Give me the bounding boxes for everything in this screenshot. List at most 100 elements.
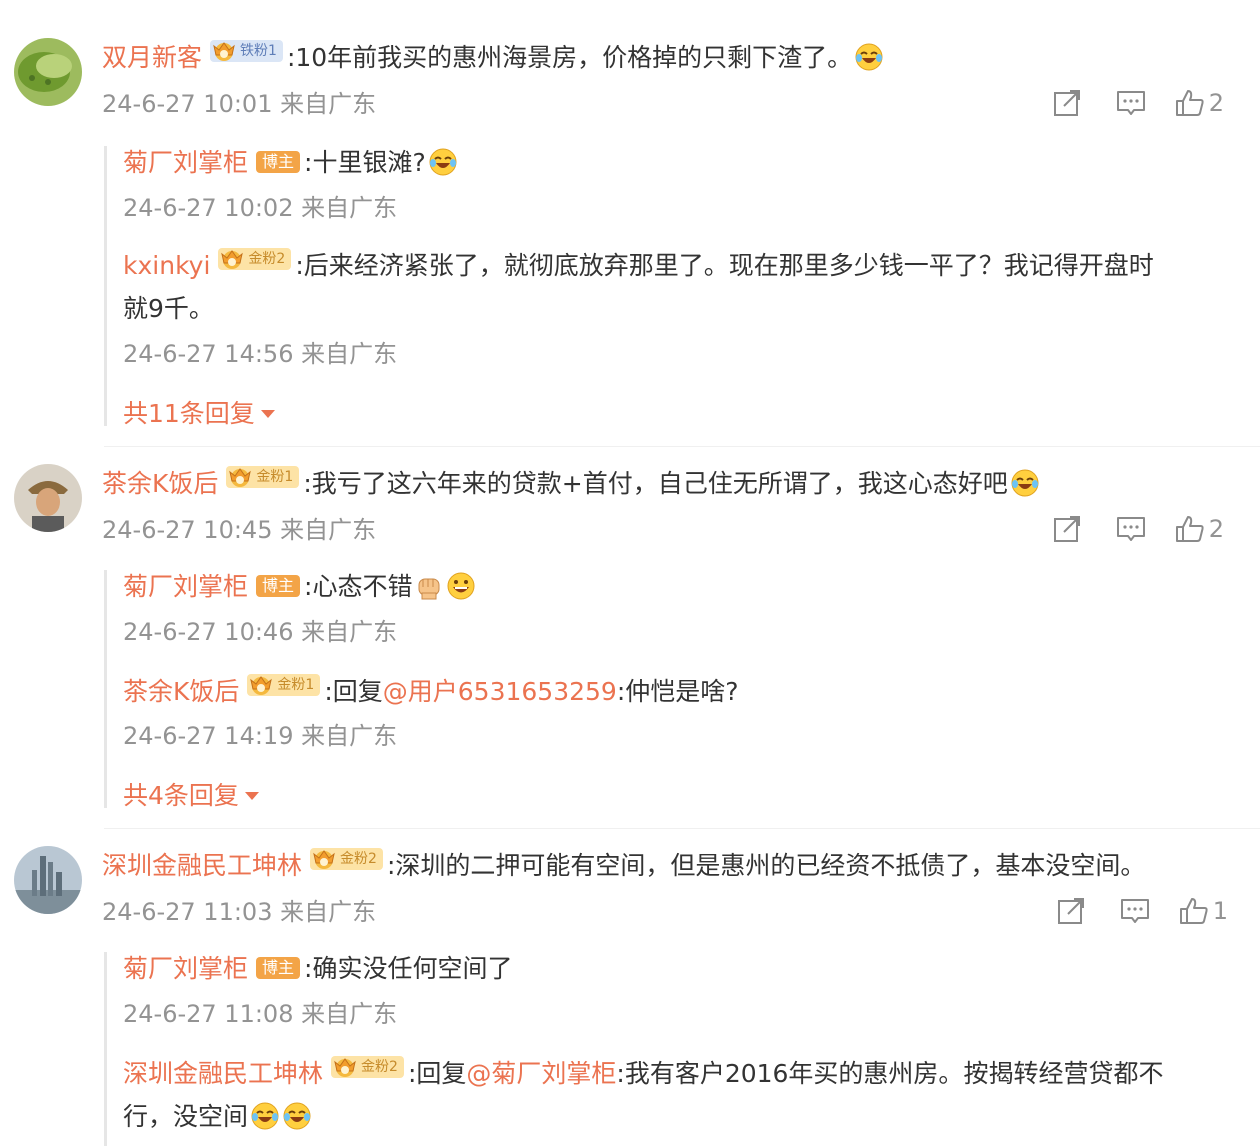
- comment-actions: 1: [1027, 894, 1228, 928]
- reply-text-continued: 就9千。: [123, 292, 214, 326]
- thumbs-up-icon: [1179, 896, 1209, 926]
- crown-icon: [310, 848, 338, 870]
- like-button[interactable]: 2: [1175, 512, 1224, 546]
- caret-down-icon: [260, 410, 275, 418]
- comment-actions: 2: [1023, 512, 1224, 546]
- username[interactable]: 深圳金融民工坤林: [102, 851, 302, 880]
- grin-emoji-icon: [446, 571, 476, 601]
- reply-time: 24-6-27 14:56 来自广东: [123, 340, 398, 368]
- comment-icon: [1116, 514, 1146, 544]
- reply-body: 菊厂刘掌柜 博主:确实没任何空间了: [123, 952, 512, 986]
- comment-time: 24-6-27 10:01 来自广东: [102, 90, 377, 118]
- divider: [104, 828, 1260, 829]
- mention-link[interactable]: @用户6531653259: [383, 677, 617, 706]
- fan-badge-label: 金粉1: [256, 469, 294, 485]
- reply-thread: 菊厂刘掌柜 博主:确实没任何空间了 24-6-27 11:08 来自广东 深圳金融…: [104, 952, 1163, 1146]
- reply-body: 菊厂刘掌柜 博主:心态不错: [123, 570, 476, 604]
- fan-badge: 金粉2: [218, 248, 292, 270]
- reply-text: :后来经济紧张了，就彻底放弃那里了。现在那里多少钱一平了？我记得开盘时: [295, 251, 1154, 280]
- divider: [104, 446, 1260, 447]
- username[interactable]: 双月新客: [102, 43, 202, 72]
- comment-icon: [1120, 896, 1150, 926]
- username[interactable]: 深圳金融民工坤林: [123, 1059, 323, 1088]
- username[interactable]: 茶余K饭后: [123, 677, 239, 706]
- share-button[interactable]: [1047, 512, 1087, 546]
- reply-text: 就9千。: [123, 294, 214, 323]
- avatar[interactable]: [14, 38, 82, 106]
- reply-body: 深圳金融民工坤林 金粉2 :回复@菊厂刘掌柜:我有客户2016年买的惠州房。按揭转经…: [123, 1056, 1163, 1091]
- reply-text: :确实没任何空间了: [304, 954, 513, 983]
- expand-replies-label: 共11条回复: [123, 399, 255, 428]
- reply-thread: 菊厂刘掌柜 博主:十里银滩? 24-6-27 10:02 来自广东 kxinkyi…: [104, 146, 1154, 428]
- like-button[interactable]: 2: [1175, 86, 1224, 120]
- crown-icon: [247, 674, 275, 696]
- avatar[interactable]: [14, 464, 82, 532]
- reply-text: :十里银滩?: [304, 148, 426, 177]
- reply-button[interactable]: [1115, 894, 1155, 928]
- username[interactable]: 茶余K饭后: [102, 469, 218, 498]
- comment-body: 双月新客 铁粉1 :10年前我买的惠州海景房，价格掉的只剩下渣了。: [102, 40, 884, 75]
- crown-icon: [210, 40, 238, 62]
- comment-text: :深圳的二押可能有空间，但是惠州的已经资不抵债了，基本没空间。: [386, 851, 1146, 880]
- crown-icon: [331, 1056, 359, 1078]
- reply-time: 24-6-27 11:08 来自广东: [123, 1000, 398, 1028]
- expand-replies-link[interactable]: 共4条回复: [123, 776, 259, 812]
- laugh-cry-emoji-icon: [428, 147, 458, 177]
- mention-link[interactable]: @菊厂刘掌柜: [466, 1059, 616, 1088]
- like-count: 2: [1208, 89, 1224, 117]
- username[interactable]: kxinkyi: [123, 251, 210, 280]
- share-button[interactable]: [1051, 894, 1091, 928]
- comment-body: 深圳金融民工坤林 金粉2 :深圳的二押可能有空间，但是惠州的已经资不抵债了，基本没空…: [102, 848, 1145, 883]
- like-button[interactable]: 1: [1179, 894, 1228, 928]
- thumbs-up-icon: [1175, 514, 1205, 544]
- like-count: 1: [1212, 897, 1228, 925]
- fan-badge-label: 金粉1: [277, 677, 315, 693]
- fan-badge-label: 金粉2: [361, 1059, 398, 1075]
- fan-badge-label: 金粉2: [340, 851, 377, 867]
- reply-body: 茶余K饭后 金粉1:回复@用户6531653259:仲恺是啥?: [123, 674, 739, 709]
- caret-down-icon: [244, 792, 259, 800]
- comment-feed: 双月新客 铁粉1 :10年前我买的惠州海景房，价格掉的只剩下渣了。 24-6-27 …: [0, 0, 1260, 1146]
- expand-replies-label: 共4条回复: [123, 781, 239, 810]
- reply-time: 24-6-27 10:46 来自广东: [123, 618, 398, 646]
- fan-badge-label: 铁粉1: [240, 43, 277, 59]
- reply-thread: 菊厂刘掌柜 博主:心态不错 24-6-27 10:46 来自广东 茶余K饭后 金粉1…: [104, 570, 739, 810]
- comment-text: :我亏了这六年来的贷款+首付，自己住无所谓了，我这心态好吧: [303, 469, 1008, 498]
- thumbs-up-icon: [1175, 88, 1205, 118]
- laugh-cry-emoji-icon: [282, 1101, 312, 1131]
- username[interactable]: 菊厂刘掌柜: [123, 572, 248, 601]
- share-button[interactable]: [1047, 86, 1087, 120]
- comment-time: 24-6-27 11:03 来自广东: [102, 898, 377, 926]
- expand-replies-link[interactable]: 共11条回复: [123, 394, 275, 430]
- comment-text: :10年前我买的惠州海景房，价格掉的只剩下渣了。: [286, 43, 853, 72]
- author-badge: 博主: [256, 575, 301, 597]
- reply-text: 行，没空间: [123, 1102, 249, 1131]
- reply-button[interactable]: [1111, 86, 1151, 120]
- author-badge: 博主: [256, 957, 301, 979]
- reply-text-continued: 行，没空间: [123, 1100, 312, 1134]
- reply-button[interactable]: [1111, 512, 1151, 546]
- reply-time: 24-6-27 14:19 来自广东: [123, 722, 398, 750]
- username[interactable]: 菊厂刘掌柜: [123, 954, 248, 983]
- reply-text: :我有客户2016年买的惠州房。按揭转经营贷都不: [616, 1059, 1164, 1088]
- username[interactable]: 菊厂刘掌柜: [123, 148, 248, 177]
- fan-badge: 铁粉1: [210, 40, 283, 62]
- fan-badge: 金粉1: [226, 466, 300, 488]
- author-badge: 博主: [256, 151, 301, 173]
- reply-text: :心态不错: [304, 572, 413, 601]
- fan-badge: 金粉2: [310, 848, 383, 870]
- avatar[interactable]: [14, 846, 82, 914]
- comment-body: 茶余K饭后 金粉1 :我亏了这六年来的贷款+首付，自己住无所谓了，我这心态好吧: [102, 466, 1040, 501]
- crown-icon: [226, 466, 254, 488]
- share-icon: [1052, 514, 1082, 544]
- fan-badge: 金粉2: [331, 1056, 404, 1078]
- comment-time: 24-6-27 10:45 来自广东: [102, 516, 377, 544]
- reply-prefix: :回复: [407, 1059, 467, 1088]
- like-count: 2: [1208, 515, 1224, 543]
- crown-icon: [218, 248, 246, 270]
- comment-actions: 2: [1023, 86, 1224, 120]
- reply-prefix: :回复: [324, 677, 383, 706]
- reply-time: 24-6-27 10:02 来自广东: [123, 194, 398, 222]
- fist-emoji-icon: [414, 571, 444, 601]
- laugh-cry-emoji-icon: [250, 1101, 280, 1131]
